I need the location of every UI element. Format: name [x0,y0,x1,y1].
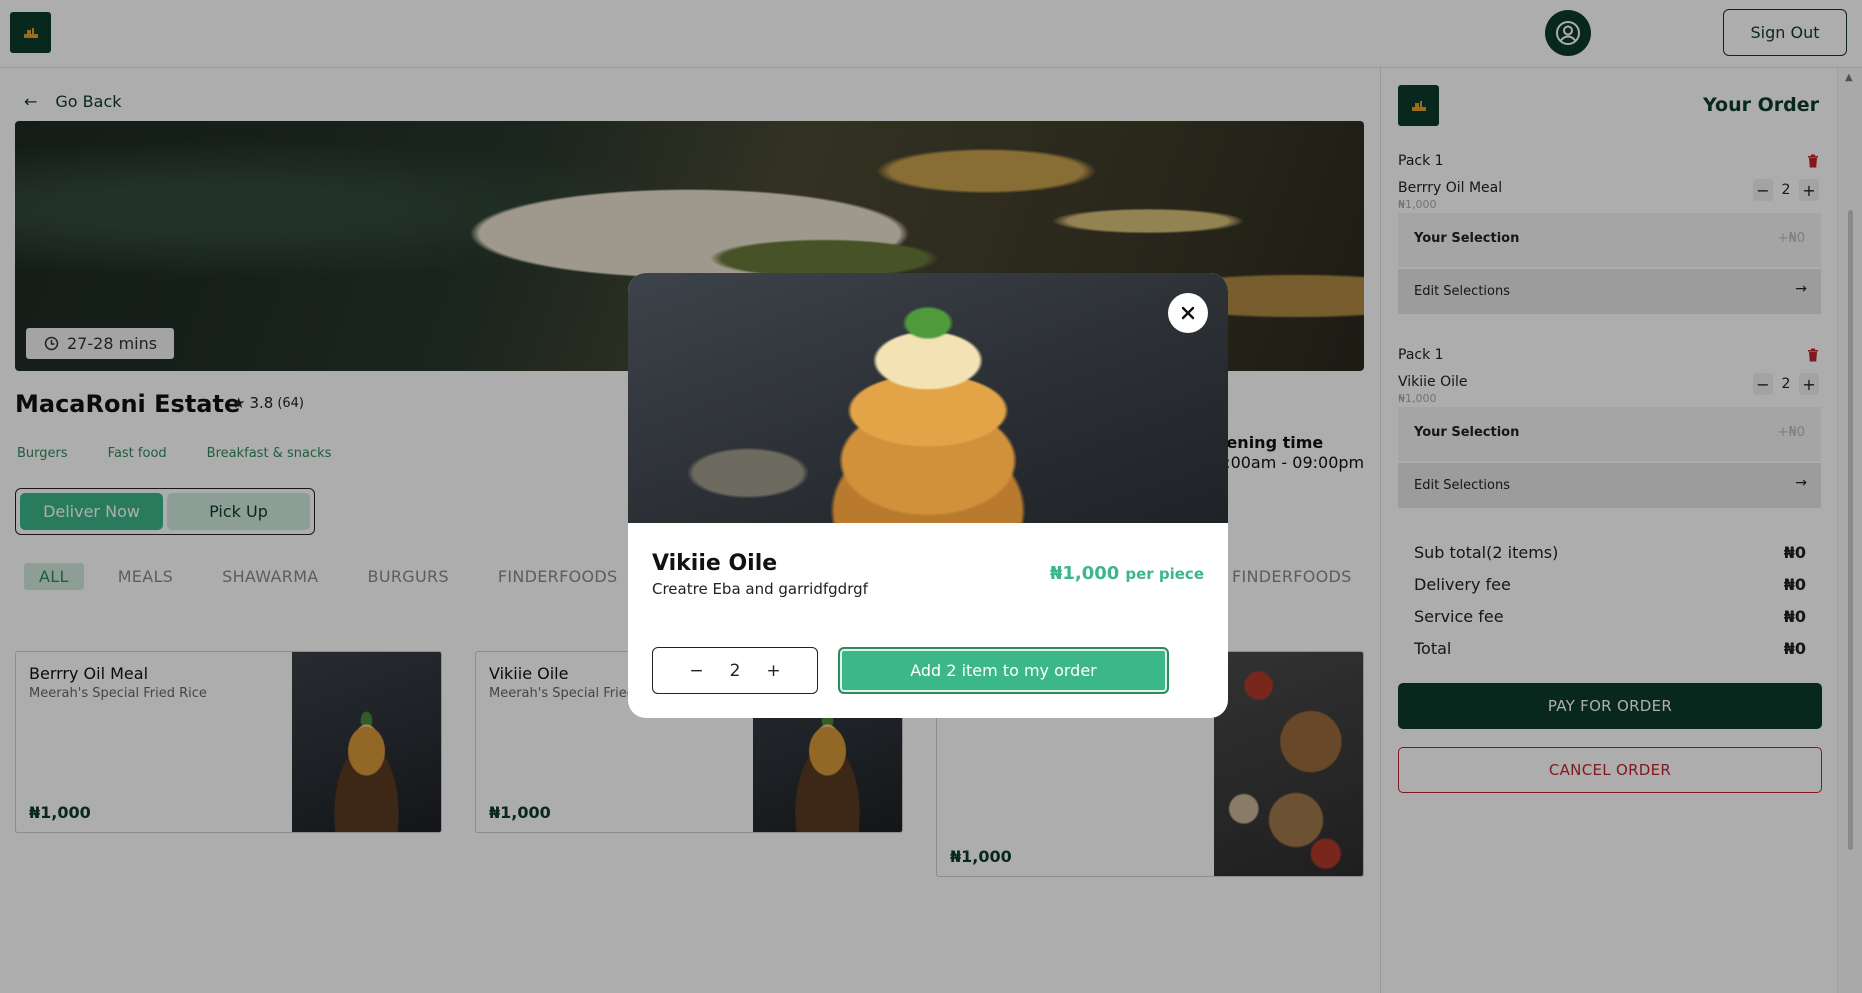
close-icon [1181,306,1195,320]
increment-button[interactable]: + [766,661,780,681]
item-title: Vikiie Oile [652,551,778,576]
add-to-order-button[interactable]: Add 2 item to my order [838,647,1169,694]
item-price: ₦1,000 per piece [1050,563,1204,584]
quantity-stepper: − 2 + [652,647,818,694]
decrement-button[interactable]: − [689,661,703,681]
item-image [628,273,1228,523]
item-detail-modal: Vikiie Oile Creatre Eba and garridfgdrgf… [628,273,1228,718]
item-price-value: ₦1,000 [1049,563,1120,584]
quantity-value: 2 [729,660,741,681]
item-price-unit: per piece [1125,565,1204,583]
close-button[interactable] [1168,293,1208,333]
item-description: Creatre Eba and garridfgdrgf [652,580,868,598]
